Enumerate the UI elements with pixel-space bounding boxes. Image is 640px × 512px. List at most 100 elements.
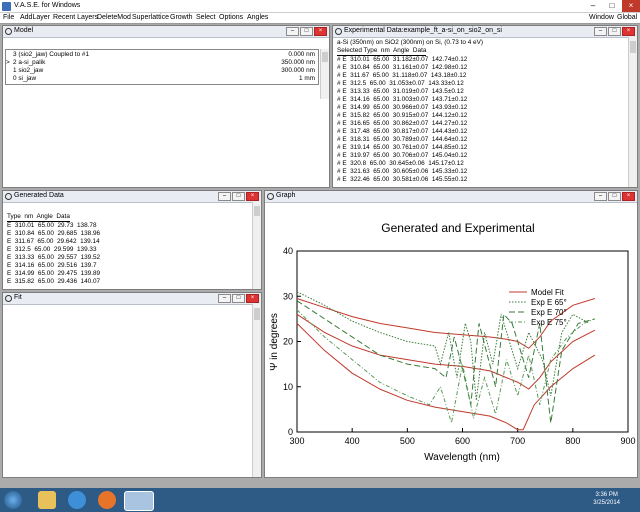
explorer-icon[interactable] [38, 491, 56, 509]
data-row[interactable]: E 310.01 65.00 29.73 138.78 [7, 222, 97, 230]
layer-marker: > [6, 59, 10, 66]
legend-label: Exp E 65° [531, 298, 567, 307]
data-row[interactable]: # E 322.46 65.00 30.581±0.06 145.55±0.12 [337, 176, 467, 184]
data-row[interactable]: # E 315.82 65.00 30.915±0.07 144.12±0.12 [337, 112, 467, 120]
data-row[interactable]: # E 321.63 65.00 30.605±0.06 145.33±0.12 [337, 168, 467, 176]
data-row[interactable]: # E 311.67 65.00 31.118±0.07 143.18±0.12 [337, 72, 466, 80]
maximize-icon[interactable]: □ [608, 192, 621, 201]
maximize-icon[interactable]: □ [232, 294, 245, 303]
menu-window[interactable]: Window [589, 14, 614, 21]
close-icon[interactable]: × [246, 294, 259, 303]
close-icon[interactable]: × [622, 27, 635, 36]
minimize-icon[interactable]: – [218, 192, 231, 201]
close-icon[interactable]: × [622, 0, 640, 12]
ie-icon[interactable] [68, 491, 86, 509]
generated-scrollbar[interactable] [252, 202, 261, 289]
minimize-icon[interactable]: – [594, 27, 607, 36]
maximize-icon[interactable]: □ [300, 27, 313, 36]
data-row[interactable]: # E 319.14 65.00 30.761±0.07 144.85±0.12 [337, 144, 467, 152]
menu-growth[interactable]: Growth [170, 14, 193, 21]
fit-scrollbar[interactable] [252, 304, 261, 477]
data-row[interactable]: E 312.5 65.00 29.599 139.33 [7, 246, 97, 254]
data-row[interactable]: # E 314.16 65.00 31.003±0.07 143.71±0.12 [337, 96, 467, 104]
fit-window[interactable]: Fit – □ × [2, 292, 262, 478]
experimental-scrollbar[interactable] [628, 37, 637, 187]
experimental-header: Selected Type nm Angle Data [337, 47, 427, 56]
menu-select[interactable]: Select [196, 14, 215, 21]
data-row[interactable]: # E 316.65 65.00 30.862±0.07 144.27±0.12 [337, 120, 467, 128]
data-row[interactable]: E 310.84 65.00 29.685 138.96 [7, 230, 100, 238]
graph-window[interactable]: Graph – □ × Generated and Experimental 300… [264, 190, 638, 478]
close-icon[interactable]: × [314, 27, 327, 36]
layer-name[interactable]: 0 si_jaw [13, 75, 36, 83]
data-row[interactable]: # E 310.84 65.00 31.161±0.07 142.98±0.12 [337, 64, 467, 72]
y-axis-label: Ψ in degrees [269, 313, 280, 371]
legend-label: Exp E 75° [531, 318, 567, 327]
x-tick-label: 900 [620, 436, 635, 446]
data-row[interactable]: E 314.99 65.00 29.475 139.89 [7, 270, 100, 278]
app-logo-icon [2, 2, 11, 11]
data-row[interactable]: E 311.67 65.00 29.642 139.14 [7, 238, 100, 246]
experimental-description: a-Si (350nm) on SiO2 (300nm) on Si, (0.7… [337, 39, 483, 46]
vase-app-icon[interactable] [124, 491, 154, 511]
data-row[interactable]: # E 317.48 65.00 30.817±0.07 144.43±0.12 [337, 128, 467, 136]
menu-angles[interactable]: Angles [247, 14, 268, 21]
data-row[interactable]: # E 310.01 65.00 31.182±0.07 142.74±0.12 [337, 56, 467, 64]
generated-title: Generated Data [14, 192, 64, 199]
layer-name[interactable]: 2 a-si_palik [13, 59, 45, 67]
x-tick-label: 300 [289, 436, 304, 446]
menu-file[interactable]: File [3, 14, 14, 21]
menu-superlattice[interactable]: Superlattice [132, 14, 169, 21]
experimental-data-window[interactable]: Experimental Data:example_ft_a-si_on_sio… [332, 25, 638, 188]
window-icon [5, 193, 12, 200]
data-row[interactable]: E 313.33 65.00 29.557 139.52 [7, 254, 100, 262]
menu-addlayer[interactable]: AddLayer [20, 14, 50, 21]
x-axis-label: Wavelength (nm) [424, 452, 500, 463]
data-row[interactable]: # E 320.8 65.00 30.645±0.06 145.17±0.12 [337, 160, 464, 168]
data-row[interactable]: # E 314.99 65.00 30.966±0.07 143.93±0.12 [337, 104, 467, 112]
chart-title: Generated and Experimental [381, 221, 534, 235]
menu-recent-layers[interactable]: Recent Layers [53, 14, 98, 21]
menu-options[interactable]: Options [219, 14, 243, 21]
model-scrollbar[interactable] [320, 49, 329, 99]
minimize-icon[interactable]: – [218, 294, 231, 303]
firefox-icon[interactable] [98, 491, 116, 509]
minimize-icon[interactable]: – [594, 192, 607, 201]
data-row[interactable]: E 314.16 65.00 29.516 139.7 [7, 262, 97, 270]
y-tick-label: 30 [283, 291, 293, 301]
data-row[interactable]: # E 312.5 65.00 31.053±0.07 143.33±0.12 [337, 80, 464, 88]
data-row[interactable]: # E 319.97 65.00 30.706±0.07 145.04±0.12 [337, 152, 467, 160]
close-icon[interactable]: × [246, 192, 259, 201]
layer-value: 300.000 nm [281, 67, 315, 74]
data-row[interactable]: E 315.82 65.00 29.436 140.07 [7, 278, 100, 288]
generated-data-window[interactable]: Generated Data – □ × Type nm Angle Data E … [2, 190, 262, 290]
close-icon[interactable]: × [622, 192, 635, 201]
generated-header: Type nm Angle Data [7, 213, 70, 222]
start-orb-icon[interactable] [4, 491, 22, 509]
data-row[interactable]: # E 313.33 65.00 31.019±0.07 143.5±0.12 [337, 88, 464, 96]
layer-value: 350.000 nm [281, 59, 315, 66]
clock-time: 3:36 PM [595, 492, 618, 498]
model-title: Model [14, 27, 34, 34]
legend-label: Exp E 70° [531, 308, 567, 317]
legend-label: Model Fit [531, 288, 565, 297]
layer-name[interactable]: 1 sio2_jaw [13, 67, 43, 75]
window-icon [5, 295, 12, 302]
minimize-icon[interactable]: – [286, 27, 299, 36]
minimize-icon[interactable]: – [584, 0, 602, 12]
app-titlebar: V.A.S.E. for Windows – □ × [0, 0, 640, 13]
system-clock[interactable]: 3:36 PM 3/25/2014 [593, 491, 620, 507]
menu-deletemod[interactable]: DeleteMod [97, 14, 131, 21]
plot-frame [296, 250, 629, 433]
x-tick-label: 600 [455, 436, 470, 446]
psi-chart[interactable]: Generated and Experimental 300 400 500 600 7… [265, 202, 637, 477]
data-row[interactable]: # E 318.31 65.00 30.789±0.07 144.64±0.12 [337, 136, 467, 144]
layer-name[interactable]: 3 (sio2_jaw) Coupled to #1 [13, 51, 89, 59]
x-tick-label: 500 [400, 436, 415, 446]
maximize-icon[interactable]: □ [232, 192, 245, 201]
menu-global[interactable]: Global [617, 14, 637, 21]
maximize-icon[interactable]: □ [608, 27, 621, 36]
app-title: V.A.S.E. for Windows [14, 2, 81, 9]
model-window[interactable]: Model – □ × 3 (sio2_jaw) Coupled to #1 0.0… [2, 25, 330, 188]
maximize-icon[interactable]: □ [603, 0, 621, 12]
